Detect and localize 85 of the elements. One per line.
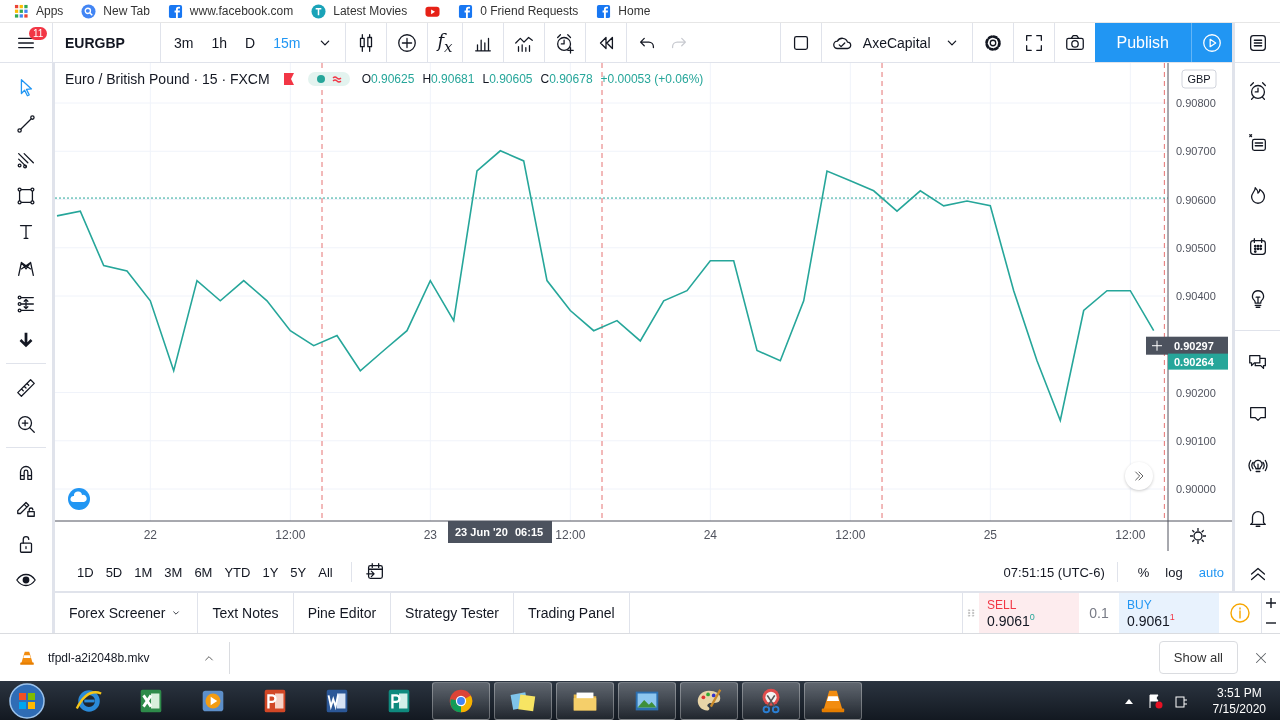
time-tick-label: 25 [983, 528, 997, 542]
range-button[interactable]: 1M [128, 564, 159, 580]
clock-text: 07:51:15 (UTC-6) [1003, 564, 1105, 580]
notification-badge: 11 [29, 27, 48, 40]
start-button[interactable] [8, 682, 46, 720]
range-button[interactable]: All [312, 564, 339, 580]
sell-button[interactable]: SELL 0.9061$^{0}$ [979, 593, 1079, 633]
zoom-in-icon[interactable] [15, 413, 37, 435]
time-tick-label: 23 [423, 528, 437, 542]
fib-levels-icon[interactable] [15, 293, 37, 315]
time-tick-label: 12:00 [555, 528, 586, 542]
range-button[interactable]: 5Y [284, 564, 313, 580]
quantity-field[interactable]: 0.1 [1079, 593, 1119, 633]
bookmark-link[interactable]: Latest Movies [333, 4, 408, 18]
time-tick-label: 12:00 [835, 528, 866, 542]
taskbar-button[interactable] [432, 682, 490, 720]
crosshair-time-label: 23 Jun '20 06:15 [448, 521, 552, 543]
rectangle-icon[interactable] [15, 185, 37, 207]
ohlc-value: L0.90605 [482, 72, 533, 86]
dot-icon [315, 74, 326, 84]
plus-circle-icon[interactable] [396, 31, 419, 54]
ohlc-value: H0.90681 [422, 72, 475, 86]
time-tick-label: 12:00 [1115, 528, 1146, 542]
price-change: +0.00053 (+0.06%) [600, 72, 704, 86]
play-icon[interactable] [1201, 31, 1223, 54]
range-button[interactable]: 5D [99, 564, 129, 580]
currency-badge[interactable]: GBP [1181, 69, 1217, 89]
price-tick-label: 0.90000 [1176, 483, 1216, 495]
settings-icon[interactable] [1189, 527, 1207, 545]
indicators-button[interactable]: f$_{x}$ [437, 29, 453, 56]
chart-title: Euro / British Pound · 15 · FXCM [65, 71, 270, 87]
price-tick-label: 0.90800 [1176, 97, 1216, 109]
flag-icon[interactable] [1146, 693, 1163, 709]
range-button[interactable]: 1D [71, 564, 100, 580]
range-button[interactable]: 6M [188, 564, 219, 580]
price-tick-label: 0.90400 [1176, 290, 1216, 302]
clock-date[interactable]: 7/15/2020 [1212, 701, 1266, 717]
interval-button[interactable]: 1h [207, 34, 232, 51]
buy-button[interactable]: BUY 0.9061$^{1}$ [1119, 593, 1219, 633]
time-tick-label: 22 [143, 528, 157, 542]
show-all-button[interactable]: Show all [1158, 641, 1238, 674]
bookmark-link[interactable]: Home [618, 4, 651, 18]
wave-icon [331, 74, 342, 84]
download-file-name[interactable]: tfpdl-a2i2048b.mkv [48, 650, 150, 665]
range-button[interactable]: 1Y [256, 564, 285, 580]
bookmark-link[interactable]: New Tab [103, 4, 150, 18]
price-tick-label: 0.90200 [1176, 386, 1216, 399]
interval-button[interactable]: D [241, 34, 260, 51]
notes-icon[interactable] [1246, 132, 1269, 154]
time-tick-label: 12:00 [275, 528, 306, 542]
crosshair-price-label: 0.90297 [1168, 336, 1228, 355]
price-tick-label: 0.90600 [1176, 193, 1216, 206]
range-button[interactable]: YTD [218, 564, 257, 580]
scale-toggle[interactable]: % [1129, 564, 1158, 580]
search-icon[interactable] [81, 3, 97, 19]
site-favicon-icon[interactable] [311, 3, 327, 19]
layout-name[interactable]: AxeCapital [862, 34, 931, 51]
facebook-icon[interactable] [167, 3, 183, 19]
taskbar-button[interactable] [742, 682, 800, 720]
bookmark-link[interactable]: www.facebook.com [189, 4, 294, 18]
power-plug-icon[interactable] [1172, 693, 1189, 709]
facebook-icon[interactable] [458, 3, 474, 19]
taskbar-button[interactable] [618, 682, 676, 720]
bookmark-link[interactable]: Apps [36, 4, 64, 18]
scale-toggle[interactable]: log [1157, 564, 1191, 580]
ohlc-value: C0.90678 [540, 72, 593, 86]
logo-icon[interactable] [67, 487, 91, 511]
trend-line-icon[interactable] [15, 113, 37, 135]
apps-grid-icon[interactable] [14, 3, 29, 19]
ohlc-value: O0.90625 [361, 72, 415, 86]
interval-button[interactable]: 3m [170, 34, 198, 51]
taskbar-button[interactable] [804, 682, 862, 720]
taskbar-button[interactable] [680, 682, 738, 720]
price-tick-label: 0.90100 [1176, 434, 1216, 447]
time-tick-label: 24 [703, 528, 717, 542]
bookmark-link[interactable]: 0 Friend Requests [480, 4, 579, 18]
price-tick-label: 0.90500 [1176, 241, 1216, 254]
taskbar-button[interactable] [494, 682, 552, 720]
clock-time[interactable]: 3:51 PM [1216, 685, 1262, 701]
taskbar-button[interactable] [556, 682, 614, 720]
range-button[interactable]: 3M [158, 564, 189, 580]
facebook-icon[interactable] [596, 3, 612, 19]
symbol-name[interactable]: EURGBP [65, 34, 125, 51]
price-tick-label: 0.90700 [1176, 145, 1216, 158]
ruler-icon[interactable] [15, 377, 37, 399]
